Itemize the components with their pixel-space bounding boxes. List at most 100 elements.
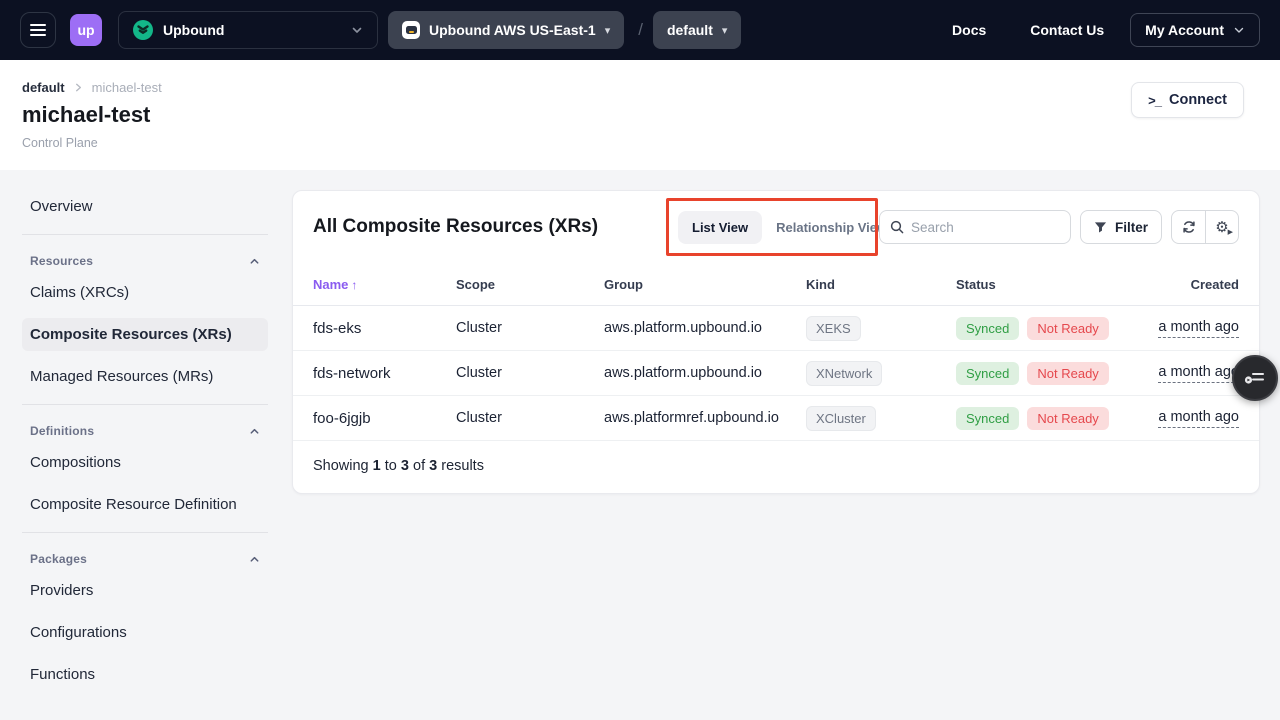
hamburger-menu-button[interactable] xyxy=(20,12,56,48)
caret-down-icon: ▾ xyxy=(722,24,728,37)
kind-badge: XNetwork xyxy=(806,361,882,386)
breadcrumb-item-default[interactable]: default xyxy=(22,80,65,95)
sort-ascending-icon: ↑ xyxy=(351,278,357,292)
page-header: default michael-test michael-test Contro… xyxy=(0,60,1280,170)
created-cell[interactable]: a month ago xyxy=(1158,409,1239,428)
sidebar-item-functions[interactable]: Functions xyxy=(22,658,268,691)
table-row[interactable]: fds-network Cluster aws.platform.upbound… xyxy=(293,351,1259,396)
page-subtitle: Control Plane xyxy=(22,136,1260,150)
refresh-icon xyxy=(1181,219,1197,235)
collapse-chevron-icon xyxy=(249,554,260,565)
play-icon: ▶ xyxy=(1228,228,1233,236)
column-header-scope[interactable]: Scope xyxy=(456,277,604,292)
my-account-button[interactable]: My Account xyxy=(1130,13,1260,47)
xr-group: aws.platformref.upbound.io xyxy=(604,410,806,426)
connect-label: Connect xyxy=(1169,92,1227,108)
view-toggle: List View Relationship View xyxy=(678,191,891,263)
refresh-button[interactable] xyxy=(1172,211,1205,243)
sidebar-item-managed-resources-mrs[interactable]: Managed Resources (MRs) xyxy=(22,360,268,393)
my-account-label: My Account xyxy=(1145,22,1224,38)
sidebar-item-overview[interactable]: Overview xyxy=(22,190,268,223)
xr-name[interactable]: foo-6jgjb xyxy=(313,410,456,427)
breadcrumb-item-current: michael-test xyxy=(92,80,162,95)
tab-list-view[interactable]: List View xyxy=(678,211,762,244)
chevron-down-icon xyxy=(1233,24,1245,36)
header-tools: Filter ⚙ ▶ xyxy=(879,210,1239,244)
filter-label: Filter xyxy=(1115,220,1148,235)
status-badge-synced: Synced xyxy=(956,317,1019,340)
column-header-name[interactable]: Name↑ xyxy=(313,277,456,292)
card-header: All Composite Resources (XRs) List View … xyxy=(293,191,1259,263)
search-input[interactable] xyxy=(911,220,1060,235)
sidebar-item-configurations[interactable]: Configurations xyxy=(22,616,268,649)
org-avatar-icon xyxy=(133,20,153,40)
chevron-down-icon xyxy=(351,24,363,36)
column-header-kind[interactable]: Kind xyxy=(806,277,956,292)
sidebar-divider xyxy=(22,234,268,235)
xr-group: aws.platform.upbound.io xyxy=(604,320,806,336)
xr-name[interactable]: fds-eks xyxy=(313,320,456,337)
created-cell[interactable]: a month ago xyxy=(1158,364,1239,383)
docs-link[interactable]: Docs xyxy=(952,22,986,38)
collapse-chevron-icon xyxy=(249,256,260,267)
sidebar-item-providers[interactable]: Providers xyxy=(22,574,268,607)
column-header-status[interactable]: Status xyxy=(956,277,1146,292)
ctp-switcher-label: default xyxy=(667,22,713,38)
org-switcher-label: Upbound xyxy=(163,22,351,38)
caret-down-icon: ▾ xyxy=(605,24,611,37)
status-badge-not-ready: Not Ready xyxy=(1027,317,1108,340)
breadcrumb: default michael-test xyxy=(22,80,1260,95)
table-row[interactable]: fds-eks Cluster aws.platform.upbound.io … xyxy=(293,306,1259,351)
upbound-logo[interactable]: up xyxy=(70,14,102,46)
column-header-group[interactable]: Group xyxy=(604,277,806,292)
control-plane-group-switcher[interactable]: Upbound AWS US-East-1 ▾ xyxy=(388,11,624,49)
xr-scope: Cluster xyxy=(456,365,604,381)
control-plane-icon xyxy=(402,21,420,39)
table-row[interactable]: foo-6jgjb Cluster aws.platformref.upboun… xyxy=(293,396,1259,441)
table-header-row: Name↑ Scope Group Kind Status Created xyxy=(293,263,1259,306)
section-header-resources[interactable]: Resources xyxy=(22,247,268,276)
status-badge-synced: Synced xyxy=(956,362,1019,385)
connect-button[interactable]: >_ Connect xyxy=(1131,82,1244,118)
sidebar-item-claims-xrcs[interactable]: Claims (XRCs) xyxy=(22,276,268,309)
sidebar-item-composite-resource-definition[interactable]: Composite Resource Definition xyxy=(22,488,268,521)
main-area: All Composite Resources (XRs) List View … xyxy=(290,170,1280,494)
kind-badge: XCluster xyxy=(806,406,876,431)
section-header-definitions[interactable]: Definitions xyxy=(22,417,268,446)
results-summary: Showing 1 to 3 of 3 results xyxy=(293,441,1259,493)
xr-scope: Cluster xyxy=(456,320,604,336)
feedback-widget-icon xyxy=(1244,370,1266,386)
status-cell: Synced Not Ready xyxy=(956,317,1146,340)
status-badge-not-ready: Not Ready xyxy=(1027,407,1108,430)
ctp-switcher[interactable]: default ▾ xyxy=(653,11,741,49)
path-separator: / xyxy=(638,20,643,40)
filter-icon xyxy=(1094,221,1107,234)
tab-relationship-view[interactable]: Relationship View xyxy=(772,211,891,244)
auto-refresh-settings-button[interactable]: ⚙ ▶ xyxy=(1205,211,1238,243)
column-header-created[interactable]: Created xyxy=(1191,277,1239,292)
top-navbar: up Upbound Upbound AWS US-East-1 ▾ / def… xyxy=(0,0,1280,60)
breadcrumb-chevron-icon xyxy=(73,82,84,93)
sidebar-divider xyxy=(22,404,268,405)
sidebar: Overview Resources Claims (XRCs) Composi… xyxy=(0,170,290,700)
group-switcher-label: Upbound AWS US-East-1 xyxy=(429,22,596,38)
terminal-icon: >_ xyxy=(1148,93,1161,108)
status-cell: Synced Not Ready xyxy=(956,362,1146,385)
org-switcher-dropdown[interactable]: Upbound xyxy=(118,11,378,49)
created-cell[interactable]: a month ago xyxy=(1158,319,1239,338)
status-cell: Synced Not Ready xyxy=(956,407,1146,430)
filter-button[interactable]: Filter xyxy=(1080,210,1162,244)
card-title: All Composite Resources (XRs) xyxy=(313,216,598,238)
sidebar-item-composite-resources-xrs[interactable]: Composite Resources (XRs) xyxy=(22,318,268,351)
section-header-packages[interactable]: Packages xyxy=(22,545,268,574)
contact-us-link[interactable]: Contact Us xyxy=(1030,22,1104,38)
xr-group: aws.platform.upbound.io xyxy=(604,365,806,381)
sidebar-item-compositions[interactable]: Compositions xyxy=(22,446,268,479)
feedback-widget-button[interactable] xyxy=(1232,355,1278,401)
content-area: Overview Resources Claims (XRCs) Composi… xyxy=(0,170,1280,700)
page-title: michael-test xyxy=(22,102,1260,128)
xr-name[interactable]: fds-network xyxy=(313,365,456,382)
sidebar-divider xyxy=(22,532,268,533)
status-badge-synced: Synced xyxy=(956,407,1019,430)
search-box[interactable] xyxy=(879,210,1071,244)
